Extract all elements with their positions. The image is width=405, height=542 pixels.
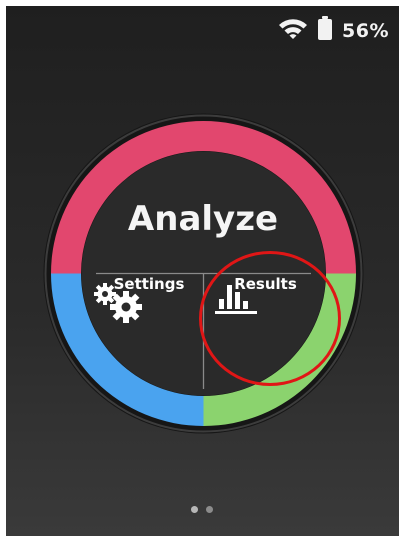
analyze-button[interactable]: Analyze: [103, 199, 303, 239]
settings-button[interactable]: Settings: [89, 275, 209, 323]
page-dot-2[interactable]: [206, 506, 213, 513]
highlight-circle: [199, 251, 341, 386]
device-screen: 56% Analyze Settings Results: [6, 6, 399, 536]
page-indicator: [191, 506, 213, 513]
battery-icon: [318, 16, 333, 45]
status-bar: 56%: [278, 16, 389, 45]
wifi-icon: [278, 17, 308, 44]
page-dot-1[interactable]: [191, 506, 198, 513]
battery-percent: 56%: [342, 19, 389, 42]
